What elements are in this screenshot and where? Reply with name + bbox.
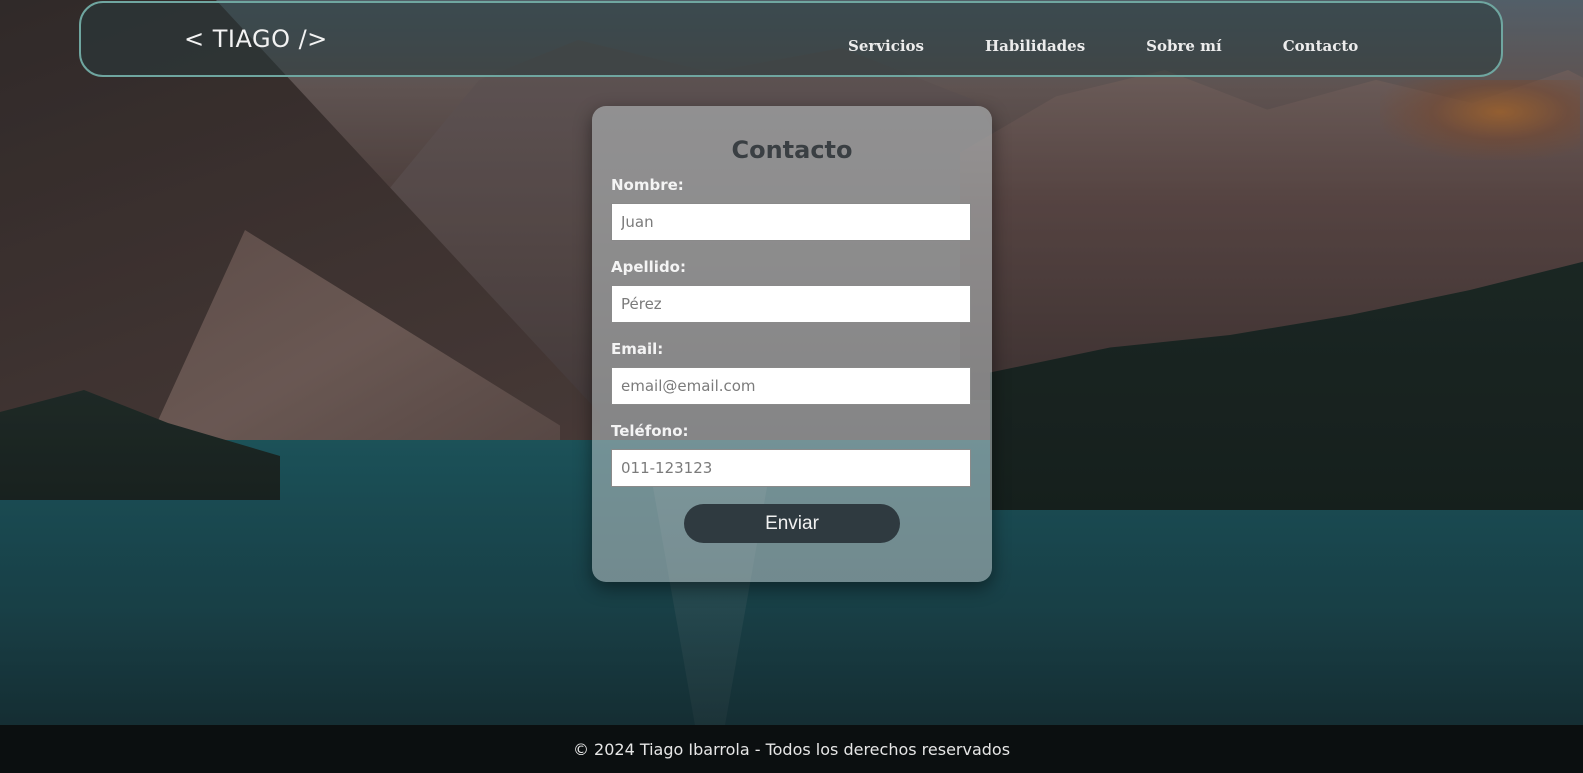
first-name-label: Nombre: xyxy=(611,176,684,194)
phone-label: Teléfono: xyxy=(611,422,689,440)
submit-button[interactable]: Enviar xyxy=(684,504,900,543)
contact-form-title: Contacto xyxy=(731,136,853,164)
footer-copyright: © 2024 Tiago Ibarrola - Todos los derech… xyxy=(572,739,1011,759)
site-logo[interactable]: < TIAGO /> xyxy=(184,25,328,53)
nav-link-habilidades[interactable]: Habilidades xyxy=(985,37,1085,55)
nav-link-sobre-mi[interactable]: Sobre mí xyxy=(1146,37,1222,55)
contact-form: Contacto Nombre: Apellido: Email: Teléfo… xyxy=(592,106,992,582)
phone-input[interactable] xyxy=(611,449,971,487)
nav-link-servicios[interactable]: Servicios xyxy=(848,37,924,55)
last-name-input[interactable] xyxy=(611,285,971,323)
nav-link-contacto[interactable]: Contacto xyxy=(1283,37,1359,55)
email-label: Email: xyxy=(611,340,664,358)
main-nav: Servicios Habilidades Sobre mí Contacto xyxy=(848,37,1358,55)
email-input[interactable] xyxy=(611,367,971,405)
site-header: < TIAGO /> Servicios Habilidades Sobre m… xyxy=(79,1,1503,77)
first-name-input[interactable] xyxy=(611,203,971,241)
site-footer: © 2024 Tiago Ibarrola - Todos los derech… xyxy=(0,725,1583,773)
last-name-label: Apellido: xyxy=(611,258,686,276)
